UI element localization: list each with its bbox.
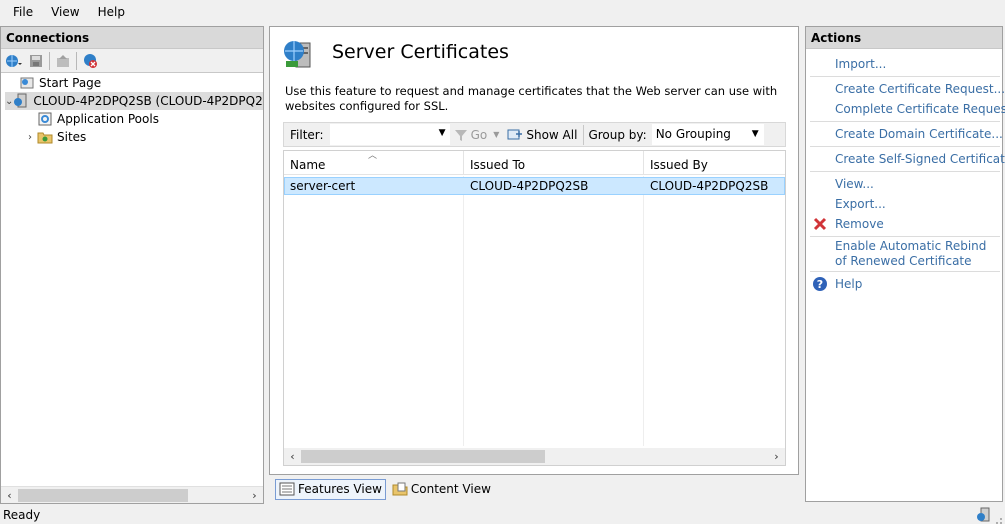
- status-text: Ready: [3, 508, 41, 522]
- column-header-name[interactable]: ︿ Name: [284, 151, 464, 175]
- actions-title: Actions: [806, 27, 1002, 49]
- tree-item-application-pools[interactable]: Application Pools: [23, 110, 159, 128]
- svg-text:?: ?: [817, 278, 823, 291]
- go-dropdown-arrow-icon[interactable]: ▼: [493, 130, 499, 139]
- toolbar-separator: [583, 124, 585, 145]
- action-create-self-signed-certificate[interactable]: Create Self-Signed Certificate...: [835, 152, 1005, 167]
- status-bar: Ready: [0, 506, 1005, 524]
- action-remove[interactable]: Remove: [835, 217, 884, 232]
- scroll-left-icon[interactable]: ‹: [1, 489, 18, 502]
- action-enable-automatic-rebind[interactable]: Enable Automatic Rebind of Renewed Certi…: [835, 239, 995, 269]
- server-certificates-panel: Server Certificates Use this feature to …: [269, 26, 799, 475]
- dropdown-arrow-icon[interactable]: ▼: [439, 128, 446, 138]
- connections-hscrollbar[interactable]: ‹ ›: [1, 486, 263, 503]
- remove-x-icon: [812, 216, 828, 232]
- connect-globe-icon[interactable]: [3, 51, 25, 71]
- tree-item-start-page[interactable]: Start Page: [5, 74, 101, 92]
- table-row[interactable]: server-cert CLOUD-4P2DPQ2SB CLOUD-4P2DPQ…: [284, 177, 785, 195]
- tree-label: Sites: [57, 130, 87, 144]
- content-view-tab[interactable]: Content View: [389, 479, 494, 500]
- action-help[interactable]: Help: [835, 277, 862, 292]
- disconnect-icon[interactable]: [79, 51, 101, 71]
- connections-tree: Start Page ⌄ CLOUD-4P2DPQ2SB (CLOUD-4P2D…: [1, 73, 263, 483]
- list-body: server-cert CLOUD-4P2DPQ2SB CLOUD-4P2DPQ…: [284, 176, 785, 446]
- scroll-right-icon[interactable]: ›: [768, 450, 785, 463]
- menu-view[interactable]: View: [42, 0, 88, 24]
- features-view-icon: [279, 481, 295, 497]
- show-all-icon: [507, 128, 523, 142]
- action-export[interactable]: Export...: [835, 197, 886, 212]
- menu-help[interactable]: Help: [89, 0, 134, 24]
- server-icon: [13, 93, 29, 109]
- server-status-icon: [975, 507, 991, 523]
- actions-pane: Actions Import... Create Certificate Req…: [805, 26, 1005, 502]
- funnel-icon: [454, 128, 468, 142]
- expand-chevron-icon[interactable]: ›: [23, 132, 37, 143]
- start-page-icon: [19, 75, 35, 91]
- app-pools-icon: [37, 111, 53, 127]
- list-hscrollbar[interactable]: ‹ ›: [284, 448, 785, 465]
- group-by-select[interactable]: No Grouping ▼: [651, 124, 764, 145]
- resize-grip-icon[interactable]: [993, 512, 1003, 524]
- menu-file[interactable]: File: [4, 0, 42, 24]
- page-title: Server Certificates: [332, 41, 509, 63]
- scroll-thumb[interactable]: [301, 450, 545, 463]
- tree-item-server[interactable]: ⌄ CLOUD-4P2DPQ2SB (CLOUD-4P2DPQ2SB\: [5, 92, 263, 110]
- tree-label: Start Page: [39, 76, 102, 90]
- tree-item-sites[interactable]: › Sites: [23, 128, 86, 146]
- dropdown-arrow-icon[interactable]: ▼: [752, 125, 759, 144]
- save-icon[interactable]: [25, 51, 47, 71]
- connections-title: Connections: [1, 27, 263, 49]
- action-create-certificate-request[interactable]: Create Certificate Request...: [835, 82, 1005, 97]
- certificates-list: ︿ Name Issued To Issued By server-cert C…: [283, 150, 786, 466]
- cell-name: server-cert: [290, 179, 356, 193]
- sites-folder-icon: [37, 129, 53, 145]
- menu-bar: File View Help: [0, 0, 1005, 24]
- cell-issued-to: CLOUD-4P2DPQ2SB: [470, 179, 589, 193]
- action-complete-certificate-request[interactable]: Complete Certificate Request...: [835, 102, 1005, 117]
- scroll-right-icon[interactable]: ›: [246, 489, 263, 502]
- column-header-issued-by[interactable]: Issued By: [644, 151, 785, 175]
- sort-ascending-icon: ︿: [368, 151, 378, 161]
- features-view-tab[interactable]: Features View: [275, 478, 386, 500]
- action-import[interactable]: Import...: [835, 57, 886, 72]
- list-header: ︿ Name Issued To Issued By: [284, 151, 785, 175]
- view-switcher: Features View Content View: [269, 477, 799, 501]
- toolbar-separator: [49, 51, 50, 70]
- help-icon: ?: [812, 276, 828, 292]
- page-description: Use this feature to request and manage c…: [285, 84, 778, 113]
- go-button[interactable]: Go ▼: [450, 128, 504, 142]
- toolbar-separator: [76, 51, 77, 70]
- show-all-button[interactable]: Show All: [503, 128, 581, 142]
- tree-label: CLOUD-4P2DPQ2SB (CLOUD-4P2DPQ2SB\: [33, 94, 263, 108]
- scroll-thumb[interactable]: [18, 488, 188, 502]
- scroll-left-icon[interactable]: ‹: [284, 450, 301, 463]
- server-certificates-icon: [282, 37, 316, 71]
- group-by-label: Group by:: [588, 127, 647, 142]
- connections-pane: Connections Start Page ⌄ CLOUD-4P2DPQ2SB…: [0, 26, 264, 504]
- filter-label: Filter:: [290, 127, 324, 142]
- up-level-icon[interactable]: [52, 51, 74, 71]
- filter-input[interactable]: ▼: [329, 124, 450, 145]
- filter-toolbar: Filter: ▼ Go ▼ Show All Group by: No Gro…: [283, 122, 786, 147]
- collapse-chevron-icon[interactable]: ⌄: [5, 96, 13, 107]
- tree-label: Application Pools: [57, 112, 159, 126]
- content-view-icon: [392, 481, 408, 497]
- action-view[interactable]: View...: [835, 177, 874, 192]
- action-create-domain-certificate[interactable]: Create Domain Certificate...: [835, 127, 1003, 142]
- connections-toolbar: [1, 49, 263, 73]
- column-header-issued-to[interactable]: Issued To: [464, 151, 644, 175]
- cell-issued-by: CLOUD-4P2DPQ2SB: [650, 179, 769, 193]
